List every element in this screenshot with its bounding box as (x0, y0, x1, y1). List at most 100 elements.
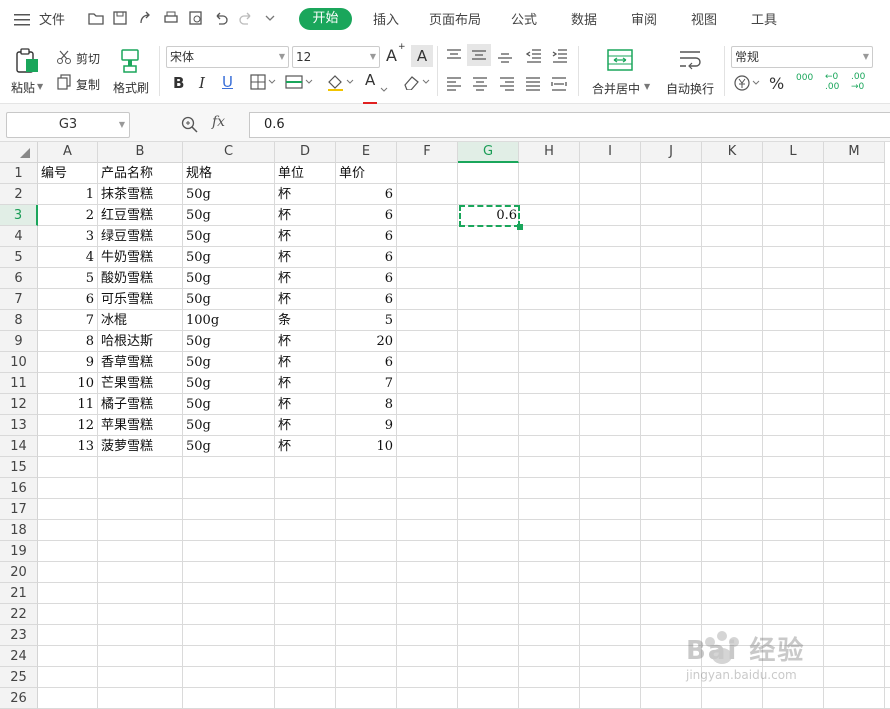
column-header-k[interactable]: K (702, 142, 763, 163)
format-painter-button[interactable]: 格式刷 (113, 79, 149, 96)
row-header-9[interactable]: 9 (0, 331, 38, 352)
cell-c13[interactable]: 50g (183, 415, 274, 436)
cell-a13[interactable]: 12 (38, 415, 97, 436)
hamburger-menu-icon[interactable] (14, 12, 30, 26)
row-header-8[interactable]: 8 (0, 310, 38, 331)
tab-review[interactable]: 审阅 (631, 9, 657, 28)
tab-page-layout[interactable]: 页面布局 (429, 9, 481, 28)
format-painter-icon[interactable] (118, 48, 142, 78)
cell-c14[interactable]: 50g (183, 436, 274, 457)
align-center-icon[interactable] (472, 76, 488, 95)
cell-a6[interactable]: 5 (38, 268, 97, 289)
cell-a9[interactable]: 8 (38, 331, 97, 352)
decrease-indent-icon[interactable] (525, 48, 542, 67)
row-header-23[interactable]: 23 (0, 625, 38, 646)
font-color-dropdown-icon[interactable] (380, 78, 388, 97)
open-folder-icon[interactable] (88, 10, 104, 26)
align-middle-icon[interactable] (467, 44, 491, 66)
cell-a8[interactable]: 7 (38, 310, 97, 331)
cell-b2[interactable]: 抹茶雪糕 (98, 184, 182, 205)
column-header-e[interactable]: E (336, 142, 397, 163)
cell-d2[interactable]: 杯 (275, 184, 335, 205)
cell-c11[interactable]: 50g (183, 373, 274, 394)
cell-style-icon[interactable] (285, 74, 315, 94)
merge-center-dropdown-icon[interactable]: ▼ (644, 82, 650, 91)
paste-dropdown-icon[interactable]: ▼ (37, 82, 43, 91)
cell-e5[interactable]: 6 (336, 247, 396, 268)
align-bottom-icon[interactable] (497, 48, 513, 67)
cell-c2[interactable]: 50g (183, 184, 274, 205)
wrap-text-icon[interactable] (676, 48, 704, 76)
distributed-align-icon[interactable] (551, 76, 567, 95)
cell-b5[interactable]: 牛奶雪糕 (98, 247, 182, 268)
cell-a14[interactable]: 13 (38, 436, 97, 457)
cell-e11[interactable]: 7 (336, 373, 396, 394)
cell-b4[interactable]: 绿豆雪糕 (98, 226, 182, 247)
decrease-decimal-button[interactable]: .00 →0 (851, 72, 871, 92)
save-icon[interactable] (112, 10, 128, 26)
undo-icon[interactable] (213, 10, 229, 26)
cell-c7[interactable]: 50g (183, 289, 274, 310)
cell-d9[interactable]: 杯 (275, 331, 335, 352)
align-right-icon[interactable] (499, 76, 515, 95)
cell-b1[interactable]: 产品名称 (98, 163, 182, 184)
cell-e10[interactable]: 6 (336, 352, 396, 373)
cell-g3[interactable]: 0.6 (459, 205, 520, 226)
row-header-11[interactable]: 11 (0, 373, 38, 394)
cell-d3[interactable]: 杯 (275, 205, 335, 226)
row-header-12[interactable]: 12 (0, 394, 38, 415)
cell-d10[interactable]: 杯 (275, 352, 335, 373)
name-box[interactable]: G3 ▼ (6, 112, 130, 138)
column-header-h[interactable]: H (519, 142, 580, 163)
row-header-13[interactable]: 13 (0, 415, 38, 436)
eraser-icon[interactable] (403, 74, 431, 94)
justify-icon[interactable] (525, 76, 541, 95)
copy-button[interactable]: 复制 (76, 76, 100, 93)
select-all-corner[interactable] (0, 142, 38, 163)
column-header-j[interactable]: J (641, 142, 702, 163)
row-header-21[interactable]: 21 (0, 583, 38, 604)
cell-a1[interactable]: 编号 (38, 163, 97, 184)
cell-d1[interactable]: 单位 (275, 163, 335, 184)
font-increase-button[interactable]: A (386, 46, 397, 65)
number-format-select[interactable]: 常规 ▼ (731, 46, 873, 68)
row-header-6[interactable]: 6 (0, 268, 38, 289)
row-header-18[interactable]: 18 (0, 520, 38, 541)
cell-a10[interactable]: 9 (38, 352, 97, 373)
tab-data[interactable]: 数据 (571, 9, 597, 28)
redo-icon[interactable] (238, 10, 254, 26)
cell-c1[interactable]: 规格 (183, 163, 274, 184)
cell-c12[interactable]: 50g (183, 394, 274, 415)
cell-d7[interactable]: 杯 (275, 289, 335, 310)
cell-b11[interactable]: 芒果雪糕 (98, 373, 182, 394)
paste-icon[interactable] (14, 48, 40, 74)
cell-e6[interactable]: 6 (336, 268, 396, 289)
row-header-25[interactable]: 25 (0, 667, 38, 688)
font-name-select[interactable]: 宋体 ▼ (166, 46, 289, 68)
cell-c9[interactable]: 50g (183, 331, 274, 352)
cell-b10[interactable]: 香草雪糕 (98, 352, 182, 373)
merge-center-icon[interactable] (606, 48, 634, 76)
print-preview-icon[interactable] (188, 10, 204, 26)
row-header-24[interactable]: 24 (0, 646, 38, 667)
cell-b3[interactable]: 红豆雪糕 (98, 205, 182, 226)
cell-b7[interactable]: 可乐雪糕 (98, 289, 182, 310)
cell-a11[interactable]: 10 (38, 373, 97, 394)
formula-input[interactable]: 0.6 (249, 112, 890, 138)
row-header-16[interactable]: 16 (0, 478, 38, 499)
cell-a3[interactable]: 2 (38, 205, 97, 226)
cell-c6[interactable]: 50g (183, 268, 274, 289)
tab-formulas[interactable]: 公式 (511, 9, 537, 28)
cell-c10[interactable]: 50g (183, 352, 274, 373)
insert-function-button[interactable]: fx (212, 114, 225, 130)
cell-c5[interactable]: 50g (183, 247, 274, 268)
underline-button[interactable]: U (222, 73, 233, 91)
font-decrease-button[interactable]: A (411, 45, 433, 67)
cell-a7[interactable]: 6 (38, 289, 97, 310)
quick-access-dropdown-icon[interactable] (264, 10, 280, 26)
row-header-26[interactable]: 26 (0, 688, 38, 709)
cell-d8[interactable]: 条 (275, 310, 335, 331)
column-header-f[interactable]: F (397, 142, 458, 163)
cell-d5[interactable]: 杯 (275, 247, 335, 268)
cell-d4[interactable]: 杯 (275, 226, 335, 247)
